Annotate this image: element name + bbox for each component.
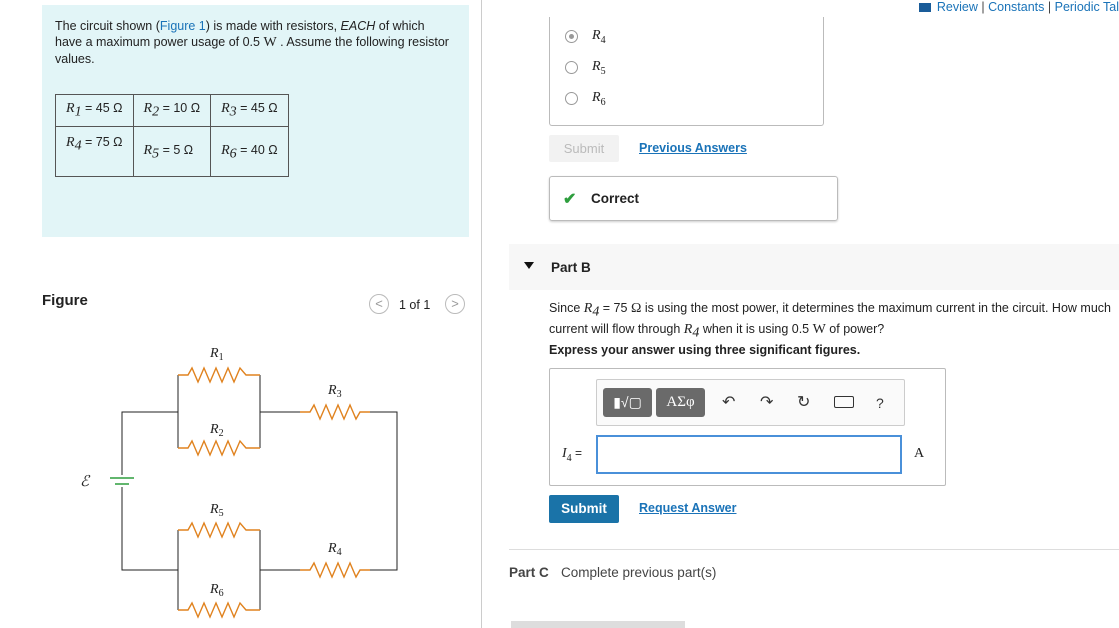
choice-r5[interactable]: R5 (565, 59, 606, 79)
part-b-question: Since R4 = 75 Ω is using the most power,… (549, 301, 1111, 340)
wire-right (370, 411, 398, 571)
keyboard-icon[interactable] (834, 396, 854, 408)
resistor-cell-r6: R6 = 40 Ω (210, 126, 289, 177)
answer-input[interactable] (596, 435, 902, 474)
radio-r5[interactable] (565, 61, 578, 75)
battery-symbol (110, 477, 134, 485)
panel-divider (481, 0, 482, 628)
constants-link[interactable]: Constants (988, 0, 1044, 14)
help-icon[interactable]: ? (876, 395, 884, 411)
review-link[interactable]: Review (937, 0, 978, 14)
figure-link[interactable]: Figure 1 (160, 19, 206, 33)
redo-icon[interactable]: ↷ (760, 392, 773, 412)
label-r5: R5 (209, 502, 224, 519)
resistor-r5-icon (178, 521, 260, 539)
undo-icon[interactable]: ↶ (722, 392, 735, 412)
part-b-header[interactable] (509, 244, 1119, 290)
resistor-r1-icon (178, 366, 260, 384)
answer-instruction: Express your answer using three signific… (549, 343, 861, 357)
unit-label: A (914, 446, 925, 461)
part-c-status: Complete previous part(s) (561, 565, 717, 580)
next-figure-button[interactable]: > (445, 294, 465, 314)
periodic-table-link[interactable]: Periodic Tal (1055, 0, 1119, 14)
wire-bottom-left (121, 487, 178, 571)
figure-heading: Figure (42, 292, 88, 309)
choice-r4[interactable]: R4 (565, 28, 606, 48)
label-r4: R4 (327, 541, 342, 558)
resistor-cell-r2: R2 = 10 Ω (132, 94, 212, 127)
part-c-title: Part C (509, 565, 549, 580)
resistor-cell-r5: R5 = 5 Ω (132, 126, 212, 177)
problem-intro-text: The circuit shown (Figure 1) is made wit… (55, 19, 449, 66)
radio-r4[interactable] (565, 30, 578, 44)
answer-variable-label: I4 = (562, 446, 583, 464)
submit-button[interactable]: Submit (549, 495, 619, 523)
check-icon: ✔ (563, 191, 577, 208)
choice-r6[interactable]: R6 (565, 90, 606, 110)
wire-top-left (121, 411, 178, 475)
collapse-arrow-icon[interactable] (524, 262, 534, 269)
resistor-cell-r1: R1 = 45 Ω (55, 94, 134, 127)
templates-button[interactable]: ▮√▢ (603, 388, 652, 417)
resistor-r4-icon (300, 561, 370, 579)
resistor-r2-icon (178, 439, 260, 457)
part-divider (509, 549, 1119, 550)
circuit-diagram: ℰ R1 R2 R3 R5 R4 R6 (80, 346, 398, 619)
resistor-cell-r3: R3 = 45 Ω (210, 94, 289, 127)
top-links-bar: Review | Constants | Periodic Tal (918, 0, 1119, 14)
resistor-values-table: R1 = 45 Ω R2 = 10 Ω R3 = 45 Ω R4 = 75 Ω … (55, 94, 289, 177)
book-icon (918, 3, 931, 13)
previous-figure-button[interactable]: < (369, 294, 389, 314)
emf-label: ℰ (80, 474, 91, 490)
label-r3: R3 (327, 383, 342, 400)
resistor-cell-r4: R4 = 75 Ω (55, 126, 134, 177)
figure-counter: 1 of 1 (399, 298, 431, 312)
resistor-r3-icon (300, 403, 370, 421)
previous-answers-link[interactable]: Previous Answers (639, 141, 747, 155)
resistor-r6-icon (178, 601, 260, 619)
reset-icon[interactable]: ↻ (797, 392, 810, 412)
bottom-scroll-indicator (511, 621, 685, 628)
part-b-title: Part B (551, 260, 591, 275)
label-r2: R2 (209, 422, 224, 439)
part-a-submit-button: Submit (549, 135, 619, 162)
correct-text: Correct (591, 191, 640, 206)
label-r1: R1 (209, 346, 224, 363)
greek-symbols-button[interactable]: ΑΣφ (656, 388, 705, 417)
label-r6: R6 (209, 582, 224, 599)
radio-r6[interactable] (565, 92, 578, 106)
request-answer-link[interactable]: Request Answer (639, 501, 736, 515)
